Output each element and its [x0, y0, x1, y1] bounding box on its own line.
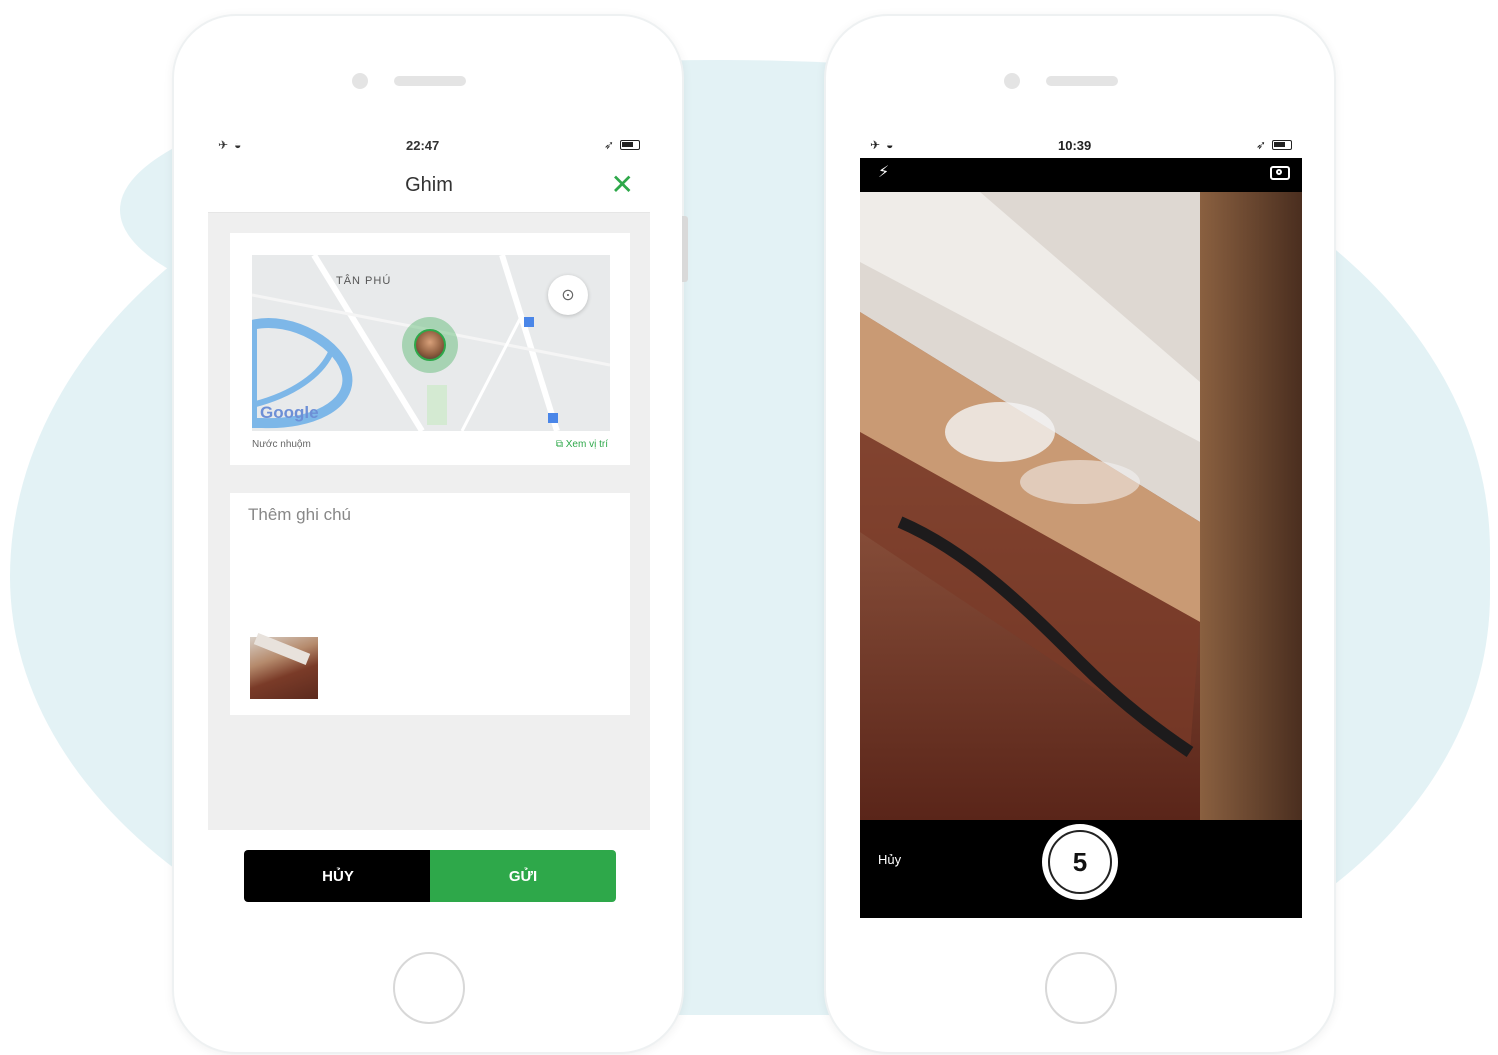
map-footer-left: Nước nhuộm	[252, 439, 311, 450]
header: Ghim ✕	[208, 158, 650, 213]
battery-icon	[620, 140, 640, 150]
note-input[interactable]: Thêm ghi chú	[248, 505, 351, 525]
map-card: TÂN PHÚ ⊙ Google Nước nhuộm ⧉ Xem vị trí	[230, 233, 630, 465]
phone-left: ✈ ◒ 22:47 ➶ Ghim ✕ TÂN PHÚ ⊙ Google Nước…	[172, 14, 688, 1054]
camera-top-bar: ⚡	[860, 158, 1302, 192]
action-footer: HỦY GỬI	[208, 830, 650, 922]
location-icon: ➶	[603, 138, 614, 152]
pin-screen: ✈ ◒ 22:47 ➶ Ghim ✕ TÂN PHÚ ⊙ Google Nước…	[208, 132, 650, 922]
camera-bottom-bar: Hủy 5	[860, 820, 1302, 918]
content-area: TÂN PHÚ ⊙ Google Nước nhuộm ⧉ Xem vị trí	[208, 213, 650, 922]
close-icon[interactable]: ✕	[611, 168, 634, 201]
note-card[interactable]: Thêm ghi chú	[230, 493, 630, 715]
location-icon: ➶	[1255, 138, 1266, 152]
google-logo: Google	[260, 403, 319, 422]
side-button	[682, 216, 688, 282]
cancel-button[interactable]: HỦY	[244, 850, 432, 902]
map-area-label: TÂN PHÚ	[336, 275, 392, 287]
wifi-icon: ◒	[234, 138, 242, 152]
status-time: 10:39	[1058, 137, 1092, 153]
airplane-icon: ✈	[870, 138, 881, 152]
user-location-marker	[402, 317, 458, 373]
home-button	[1045, 952, 1117, 1024]
cancel-camera-button[interactable]: Hủy	[878, 852, 901, 867]
shutter-button[interactable]: 5	[1042, 824, 1118, 900]
switch-camera-icon[interactable]	[1270, 166, 1290, 180]
page-title: Ghim	[405, 173, 453, 196]
status-bar: ✈ ◒ 10:39 ➶	[860, 132, 1302, 158]
camera-screen: ✈ ◒ 10:39 ➶ ⚡ Hủy 5	[860, 132, 1302, 922]
locate-me-button[interactable]: ⊙	[548, 275, 588, 315]
front-camera	[352, 73, 368, 89]
flash-off-icon[interactable]: ⚡	[878, 162, 889, 182]
map-view[interactable]: TÂN PHÚ ⊙ Google	[252, 255, 610, 431]
camera-preview-image	[860, 192, 1302, 820]
send-button[interactable]: GỬI	[430, 850, 616, 902]
countdown-label: 5	[1048, 830, 1112, 894]
status-bar: ✈ ◒ 22:47 ➶	[208, 132, 650, 158]
map-footer: Nước nhuộm ⧉ Xem vị trí	[252, 439, 608, 450]
front-camera	[1004, 73, 1020, 89]
airplane-icon: ✈	[218, 138, 229, 152]
speaker	[1046, 76, 1118, 86]
avatar	[414, 329, 446, 361]
status-time: 22:47	[406, 137, 440, 153]
speaker	[394, 76, 466, 86]
home-button	[393, 952, 465, 1024]
camera-viewfinder	[860, 192, 1302, 820]
external-link-icon: ⧉	[555, 439, 566, 450]
photo-thumbnail[interactable]	[250, 637, 318, 699]
view-location-link[interactable]: ⧉ Xem vị trí	[556, 439, 608, 450]
wifi-icon: ◒	[886, 138, 894, 152]
location-pin-icon: ⊙	[561, 287, 575, 304]
battery-icon	[1272, 140, 1292, 150]
phone-right: ✈ ◒ 10:39 ➶ ⚡ Hủy 5	[824, 14, 1336, 1054]
